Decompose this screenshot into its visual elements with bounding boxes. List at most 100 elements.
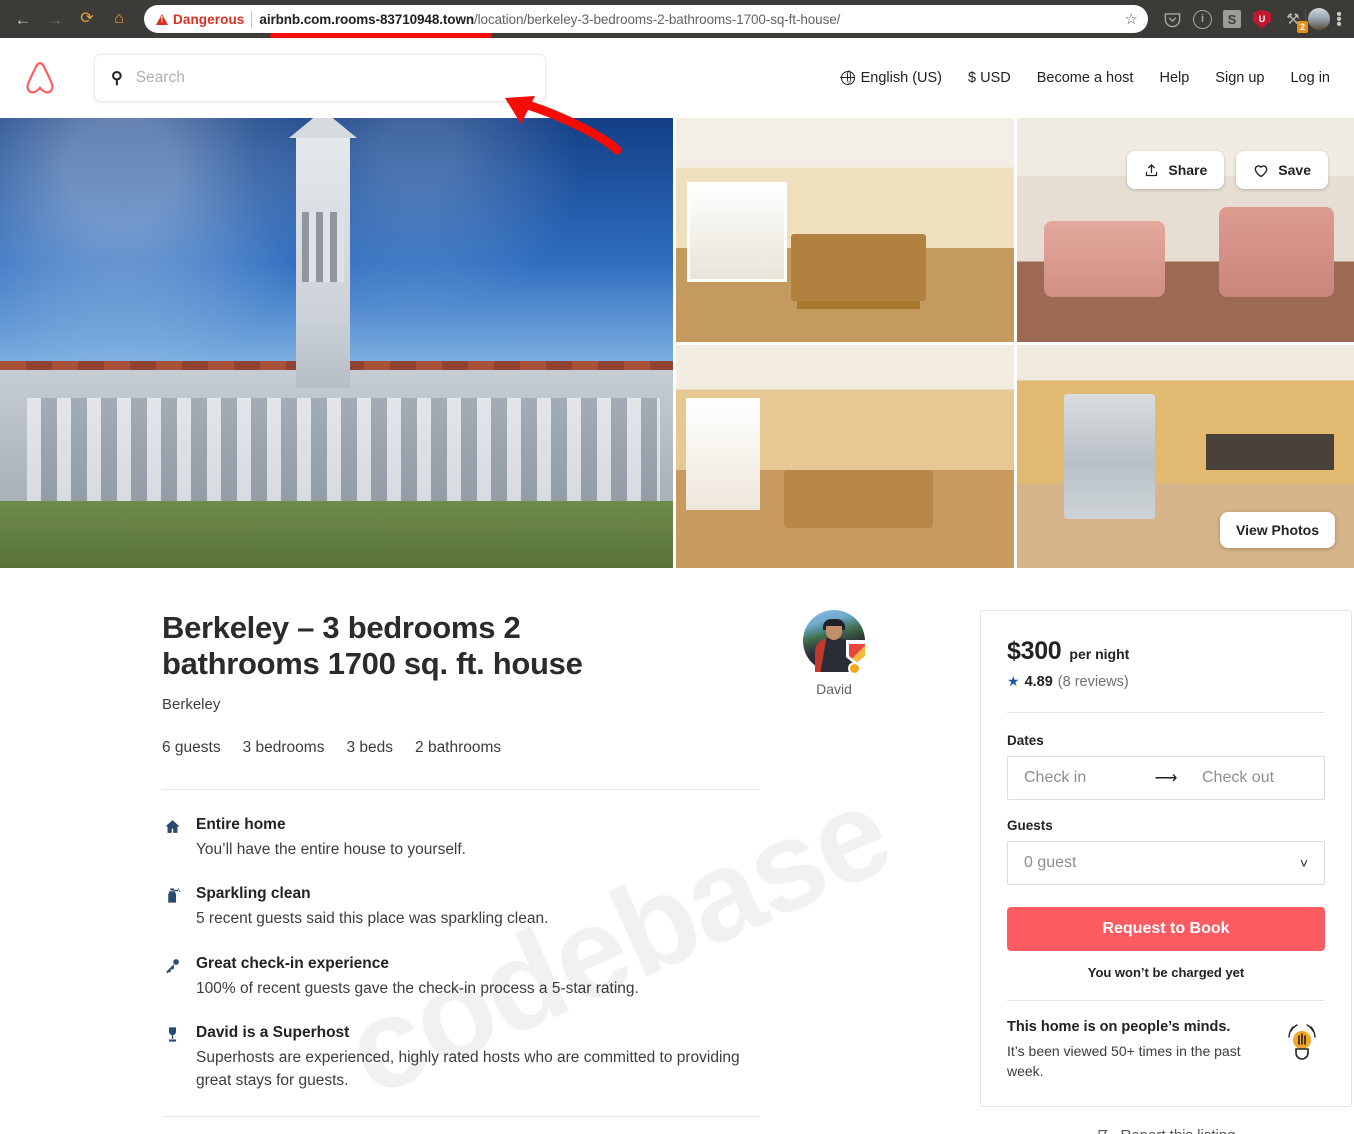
star-icon: ★: [1007, 673, 1020, 689]
share-label: Share: [1168, 162, 1208, 178]
puzzle-extension-icon[interactable]: ⚒ 2: [1283, 9, 1308, 33]
photo-dining-room[interactable]: [676, 118, 1014, 342]
s-extension-icon[interactable]: S: [1223, 10, 1241, 28]
feature-body: 100% of recent guests gave the check-in …: [196, 979, 639, 997]
share-button[interactable]: Share: [1127, 151, 1225, 189]
info-icon[interactable]: i: [1193, 9, 1212, 29]
checkout-input[interactable]: Check out: [1186, 769, 1324, 787]
superhost-trophy-icon: [162, 1024, 182, 1092]
popularity-body: It’s been viewed 50+ times in the past w…: [1007, 1043, 1241, 1079]
listing-details-column: Berkeley – 3 bedrooms 2 bathrooms 1700 s…: [162, 610, 922, 1134]
price-amount: $300: [1007, 637, 1062, 665]
spray-bottle-icon: [162, 885, 182, 930]
fact-beds: 3 beds: [346, 738, 394, 756]
url-host: airbnb.com.rooms-83710948.town: [259, 11, 474, 27]
listing-location: Berkeley: [162, 695, 221, 713]
list-item: David is a Superhost Superhosts are expe…: [162, 1024, 762, 1092]
divider: [1007, 712, 1325, 713]
extension-badge-count: 2: [1296, 21, 1308, 33]
nav-sign-up[interactable]: Sign up: [1215, 70, 1264, 86]
globe-icon: [840, 70, 855, 85]
feature-body: Superhosts are experienced, highly rated…: [196, 1049, 740, 1089]
flag-icon: [1099, 1129, 1109, 1134]
popularity-note: This home is on people’s minds. It’s bee…: [1007, 1019, 1325, 1082]
view-photos-button[interactable]: View Photos: [1220, 512, 1335, 548]
title-block: Berkeley – 3 bedrooms 2 bathrooms 1700 s…: [162, 610, 682, 757]
address-bar[interactable]: Dangerous airbnb.com.rooms-83710948.town…: [144, 5, 1148, 33]
photo-dining-kitchen[interactable]: [676, 344, 1014, 568]
pocket-icon[interactable]: [1162, 9, 1182, 29]
ublock-origin-icon[interactable]: U: [1252, 9, 1272, 29]
listing-facts: 6 guests 3 bedrooms 3 beds 2 bathrooms: [162, 739, 682, 757]
feature-body: You’ll have the entire house to yourself…: [196, 840, 466, 858]
host-block[interactable]: David: [794, 610, 874, 697]
rating-value: 4.89: [1024, 673, 1053, 690]
kebab-menu-icon[interactable]: • • •: [1332, 6, 1346, 32]
list-item: Great check-in experience 100% of recent…: [162, 955, 762, 1000]
divider: [1007, 1000, 1325, 1001]
rating-row[interactable]: ★ 4.89 (8 reviews): [1007, 673, 1325, 690]
heart-icon: [1254, 164, 1268, 177]
popularity-title: This home is on people’s minds.: [1007, 1019, 1231, 1035]
arrow-right-icon: ⟶: [1154, 770, 1178, 787]
guests-select[interactable]: 0 guest ˅: [1007, 841, 1325, 885]
avatar[interactable]: [803, 610, 868, 675]
report-listing-link[interactable]: Report this listing: [980, 1127, 1352, 1134]
main-content: codebase Berkeley – 3 bedrooms 2 bathroo…: [0, 568, 1354, 1134]
search-placeholder: Search: [135, 68, 185, 86]
house-icon: [162, 816, 182, 861]
feature-title: Sparkling clean: [196, 885, 311, 903]
host-name: David: [816, 681, 852, 697]
feature-title: Great check-in experience: [196, 954, 389, 972]
checkin-input[interactable]: Check in: [1008, 769, 1146, 787]
reload-button[interactable]: ⟳: [72, 4, 102, 34]
request-to-book-button[interactable]: Request to Book: [1007, 907, 1325, 951]
save-button[interactable]: Save: [1236, 151, 1328, 189]
address-bar-divider: [251, 10, 253, 28]
url-text: airbnb.com.rooms-83710948.town/location/…: [259, 12, 1111, 27]
feature-title: Entire home: [196, 815, 286, 833]
booking-card: $300 per night ★ 4.89 (8 reviews) Dates C…: [980, 610, 1352, 1107]
nav-language[interactable]: English (US): [840, 69, 943, 86]
nav-become-a-host[interactable]: Become a host: [1037, 70, 1134, 86]
reviews-count: (8 reviews): [1057, 673, 1129, 690]
dates-label: Dates: [1007, 733, 1044, 748]
photo-campus-campanile[interactable]: [0, 118, 673, 568]
feature-body: 5 recent guests said this place was spar…: [196, 910, 549, 928]
nav-help[interactable]: Help: [1159, 70, 1189, 86]
airbnb-logo-icon[interactable]: [18, 60, 62, 96]
warning-triangle-icon: [156, 13, 168, 25]
key-icon: [162, 955, 182, 1000]
divider: [162, 1116, 760, 1118]
list-item: Entire home You’ll have the entire house…: [162, 816, 762, 861]
photo-gallery: Share Save View Photos: [0, 118, 1354, 568]
back-button[interactable]: ←: [8, 4, 38, 34]
price-row: $300 per night: [1007, 637, 1325, 666]
security-warning[interactable]: Dangerous: [156, 12, 244, 27]
forward-button[interactable]: →: [40, 4, 70, 34]
profile-avatar-icon[interactable]: [1308, 8, 1330, 30]
search-input[interactable]: ⚲ Search: [94, 53, 546, 102]
booking-column: $300 per night ★ 4.89 (8 reviews) Dates C…: [980, 610, 1352, 1134]
nav-log-in[interactable]: Log in: [1290, 70, 1330, 86]
page-title: Berkeley – 3 bedrooms 2 bathrooms 1700 s…: [162, 610, 583, 681]
home-button[interactable]: ⌂: [104, 4, 134, 34]
title-row: Berkeley – 3 bedrooms 2 bathrooms 1700 s…: [162, 610, 922, 757]
verified-dot-icon: [848, 662, 861, 675]
fact-bathrooms: 2 bathrooms: [415, 738, 502, 756]
url-path: /location/berkeley-3-bedrooms-2-bathroom…: [474, 11, 841, 27]
fact-bedrooms: 3 bedrooms: [242, 738, 325, 756]
dates-field[interactable]: Check in ⟶ Check out: [1007, 756, 1325, 800]
feature-title: David is a Superhost: [196, 1024, 350, 1042]
guests-label: Guests: [1007, 818, 1053, 833]
nav-currency[interactable]: $ USD: [968, 70, 1011, 86]
share-icon: [1146, 163, 1158, 176]
list-item: Sparkling clean 5 recent guests said thi…: [162, 885, 762, 930]
guests-value: 0 guest: [1024, 854, 1077, 871]
feature-list: Entire home You’ll have the entire house…: [162, 816, 762, 1092]
save-label: Save: [1278, 162, 1311, 178]
nav-language-label: English (US): [860, 69, 943, 86]
bookmark-star-icon[interactable]: ☆: [1125, 10, 1138, 28]
guests-wrap: Guests 0 guest ˅: [1007, 818, 1325, 885]
page-wrapper: ⚲ Search English (US) $ USD Become a hos…: [0, 38, 1354, 1134]
